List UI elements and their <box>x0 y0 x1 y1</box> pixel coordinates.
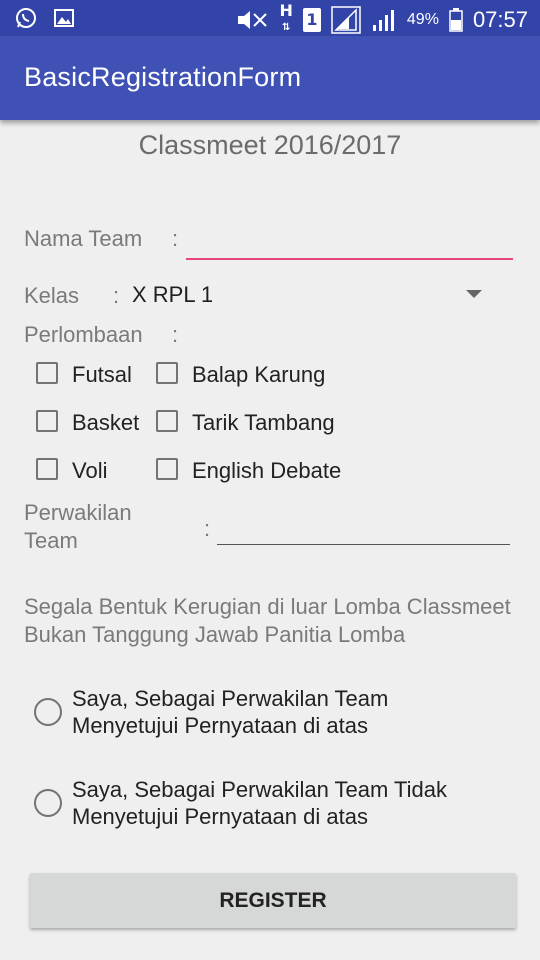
team-name-input[interactable] <box>186 220 513 260</box>
mute-icon <box>237 10 267 29</box>
radio-disagree-line2: Menyetujui Pernyataan di atas <box>72 804 368 829</box>
checkbox-tarik-tambang[interactable] <box>156 410 178 432</box>
gallery-icon <box>54 9 74 27</box>
checkbox-english-debate[interactable] <box>156 458 178 480</box>
class-label: Kelas <box>24 283 80 308</box>
checkbox-balap-karung[interactable] <box>156 362 178 384</box>
battery-percent: 49% <box>406 10 439 28</box>
app-title: BasicRegistrationForm <box>24 62 302 92</box>
checkbox-futsal[interactable] <box>36 362 58 384</box>
register-button[interactable]: REGISTER <box>30 873 516 928</box>
representative-colon: : <box>204 516 211 541</box>
whatsapp-icon <box>16 8 36 28</box>
checkbox-futsal-label[interactable]: Futsal <box>72 362 132 388</box>
checkbox-english-debate-label[interactable]: English Debate <box>192 458 341 484</box>
radio-agree-line1: Saya, Sebagai Perwakilan Team <box>72 686 389 711</box>
signal-icon <box>372 9 394 31</box>
representative-label-line2: Team <box>24 528 78 553</box>
signal-icon <box>331 5 361 34</box>
competition-colon: : <box>172 322 179 347</box>
team-name-colon: : <box>172 226 179 251</box>
competition-label: Perlombaan <box>24 322 143 347</box>
disclaimer-line1: Segala Bentuk Kerugian di luar Lomba Cla… <box>24 594 511 619</box>
checkbox-tarik-tambang-label[interactable]: Tarik Tambang <box>192 410 335 436</box>
dropdown-arrow-icon <box>466 290 482 298</box>
representative-input[interactable] <box>217 506 510 546</box>
class-selected-value: X RPL 1 <box>132 282 214 307</box>
radio-disagree[interactable] <box>34 789 62 817</box>
radio-agree-label[interactable]: Saya, Sebagai Perwakilan Team Menyetujui… <box>72 686 388 739</box>
checkbox-voli[interactable] <box>36 458 58 480</box>
sim-label: 1 <box>306 9 318 29</box>
checkbox-voli-label[interactable]: Voli <box>72 458 107 484</box>
clock: 07:57 <box>472 6 528 32</box>
checkbox-balap-karung-label[interactable]: Balap Karung <box>192 362 325 388</box>
radio-agree-line2: Menyetujui Pernyataan di atas <box>72 713 368 738</box>
checkbox-basket-label[interactable]: Basket <box>72 410 139 436</box>
status-bar: H ⇅ 1 49% 07:57 <box>0 0 540 36</box>
radio-agree[interactable] <box>34 698 62 726</box>
team-name-label: Nama Team <box>24 226 143 251</box>
checkbox-basket[interactable] <box>36 410 58 432</box>
class-dropdown[interactable]: X RPL 1 <box>130 277 492 313</box>
representative-label-line1: Perwakilan <box>24 500 132 525</box>
battery-icon <box>449 7 463 32</box>
radio-disagree-line1: Saya, Sebagai Perwakilan Team Tidak <box>72 777 448 802</box>
form-heading: Classmeet 2016/2017 <box>138 130 402 160</box>
class-colon: : <box>113 283 120 308</box>
app-bar: BasicRegistrationForm <box>0 36 540 120</box>
disclaimer: Segala Bentuk Kerugian di luar Lomba Cla… <box>24 594 540 648</box>
team-name-underline <box>186 258 513 260</box>
network-label: H <box>279 1 293 20</box>
representative-underline <box>217 544 510 545</box>
disclaimer-line2: Bukan Tanggung Jawab Panitia Lomba <box>24 622 406 647</box>
network-h-icon: H ⇅ <box>279 1 293 34</box>
radio-disagree-label[interactable]: Saya, Sebagai Perwakilan Team Tidak Meny… <box>72 777 447 830</box>
sim-icon: 1 <box>302 7 321 32</box>
